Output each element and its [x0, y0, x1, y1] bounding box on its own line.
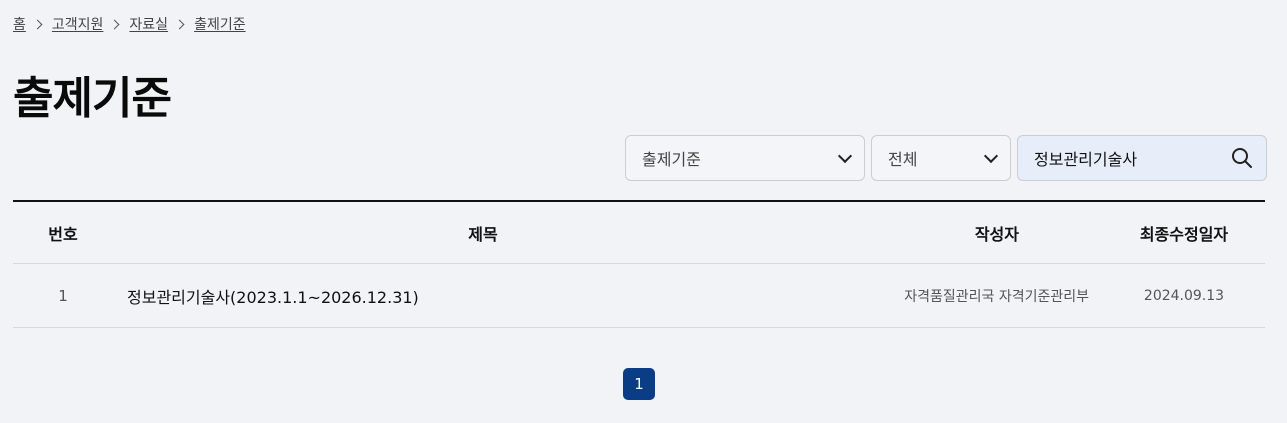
category-select[interactable]: 출제기준: [625, 135, 865, 181]
row-date: 2024.09.13: [1143, 287, 1225, 304]
chevron-down-icon: [837, 148, 853, 163]
row-num: 1: [58, 286, 68, 305]
breadcrumb: 홈 고객지원 자료실 출제기준: [13, 14, 246, 34]
row-author: 자격품질관리국 자격기준관리부: [904, 288, 1089, 305]
table-row: 1 정보관리기술사(2023.1.1~2026.12.31) 자격품질관리국 자…: [13, 264, 1265, 328]
chevron-right-icon: [174, 19, 185, 29]
table-header: 번호 제목 작성자 최종수정일자: [13, 200, 1265, 264]
scope-select[interactable]: 전체: [871, 135, 1011, 181]
page-button-current[interactable]: 1: [623, 368, 655, 400]
header-date: 최종수정일자: [1139, 224, 1229, 244]
search-input[interactable]: [1034, 148, 1214, 168]
header-num: 번호: [48, 224, 78, 244]
search-box: [1017, 135, 1267, 181]
category-select-value: 출제기준: [642, 150, 701, 169]
breadcrumb-current[interactable]: 출제기준: [194, 14, 246, 34]
header-author: 작성자: [974, 224, 1019, 244]
row-title-link[interactable]: 정보관리기술사(2023.1.1~2026.12.31): [113, 284, 853, 308]
page-title: 출제기준: [13, 73, 172, 124]
breadcrumb-archive[interactable]: 자료실: [129, 14, 168, 34]
breadcrumb-support[interactable]: 고객지원: [52, 14, 104, 34]
search-icon[interactable]: [1230, 146, 1254, 170]
chevron-right-icon: [32, 19, 43, 29]
breadcrumb-home[interactable]: 홈: [13, 14, 26, 34]
pagination: 1: [623, 368, 655, 400]
scope-select-value: 전체: [888, 150, 918, 169]
filter-bar: 출제기준 전체: [625, 135, 1267, 181]
page: 홈 고객지원 자료실 출제기준 출제기준 출제기준 전체 번호 제목 작성자: [0, 0, 1287, 423]
chevron-down-icon: [983, 148, 999, 163]
board-table: 번호 제목 작성자 최종수정일자 1 정보관리기술사(2023.1.1~2026…: [13, 200, 1265, 328]
header-title: 제목: [468, 224, 498, 244]
chevron-right-icon: [109, 19, 120, 29]
